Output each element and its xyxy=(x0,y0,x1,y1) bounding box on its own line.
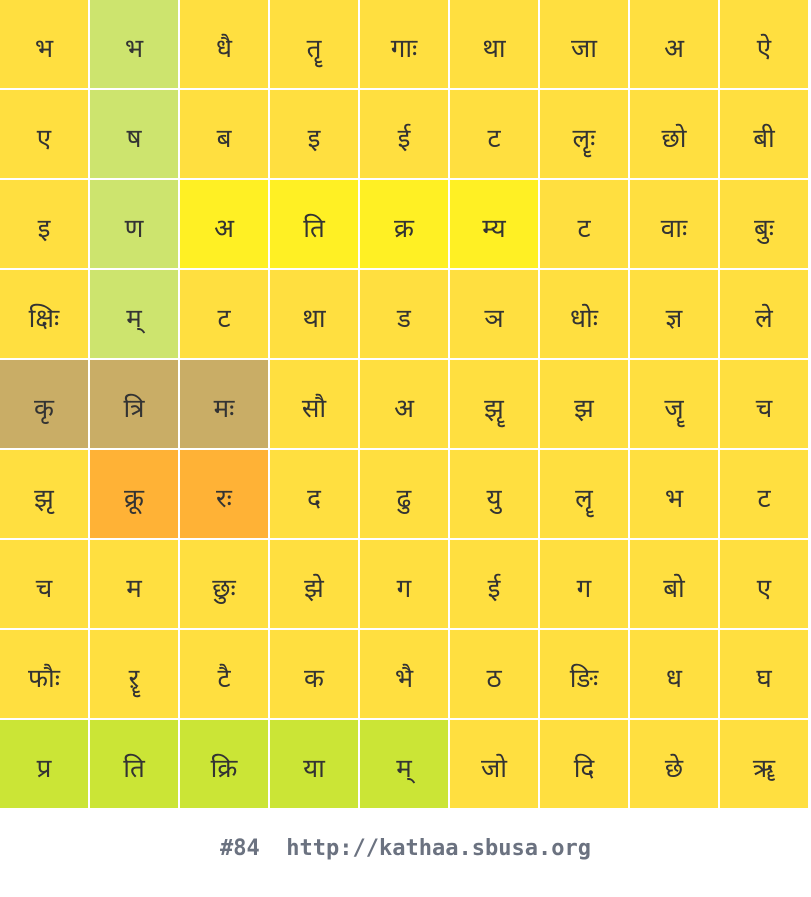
grid-cell-r5-c7[interactable]: झ xyxy=(540,360,628,448)
grid-cell-r2-c4[interactable]: इ xyxy=(270,90,358,178)
grid-cell-r3-c4[interactable]: ति xyxy=(270,180,358,268)
grid-cell-r9-c3[interactable]: क्रि xyxy=(180,720,268,808)
grid-cell-r5-c8[interactable]: जॄ xyxy=(630,360,718,448)
grid-cell-r3-c5[interactable]: क्र xyxy=(360,180,448,268)
grid-cell-r8-c5[interactable]: भै xyxy=(360,630,448,718)
grid-cell-r8-c7[interactable]: ङिः xyxy=(540,630,628,718)
grid-cell-r7-c7[interactable]: ग xyxy=(540,540,628,628)
grid-cell-r2-c9[interactable]: बी xyxy=(720,90,808,178)
grid-cell-r8-c1[interactable]: फौः xyxy=(0,630,88,718)
grid-cell-r8-c9[interactable]: घ xyxy=(720,630,808,718)
grid-cell-r4-c7[interactable]: धोः xyxy=(540,270,628,358)
grid-cell-r7-c9[interactable]: ए xyxy=(720,540,808,628)
grid-cell-r9-c1[interactable]: प्र xyxy=(0,720,88,808)
grid-cell-r9-c7[interactable]: दि xyxy=(540,720,628,808)
grid-cell-r2-c6[interactable]: ट xyxy=(450,90,538,178)
grid-cell-r7-c8[interactable]: बो xyxy=(630,540,718,628)
grid-cell-r8-c4[interactable]: क xyxy=(270,630,358,718)
grid-cell-r1-c2[interactable]: भ xyxy=(90,0,178,88)
grid-cell-r8-c8[interactable]: ध xyxy=(630,630,718,718)
grid-cell-r7-c4[interactable]: झे xyxy=(270,540,358,628)
grid-cell-r4-c5[interactable]: ड xyxy=(360,270,448,358)
grid-cell-r1-c5[interactable]: गाः xyxy=(360,0,448,88)
grid-cell-r7-c1[interactable]: च xyxy=(0,540,88,628)
grid-cell-r5-c9[interactable]: च xyxy=(720,360,808,448)
grid-cell-r2-c2[interactable]: ष xyxy=(90,90,178,178)
grid-cell-r6-c6[interactable]: यु xyxy=(450,450,538,538)
grid-cell-r9-c4[interactable]: या xyxy=(270,720,358,808)
grid-cell-r6-c7[interactable]: लॄ xyxy=(540,450,628,538)
site-url[interactable]: http://kathaa.sbusa.org xyxy=(286,836,591,861)
grid-cell-r6-c4[interactable]: द xyxy=(270,450,358,538)
grid-cell-r8-c6[interactable]: ठ xyxy=(450,630,538,718)
grid-cell-r4-c4[interactable]: था xyxy=(270,270,358,358)
grid-cell-r9-c6[interactable]: जो xyxy=(450,720,538,808)
grid-cell-r7-c5[interactable]: ग xyxy=(360,540,448,628)
grid-cell-r9-c9[interactable]: ॠ xyxy=(720,720,808,808)
grid-cell-r3-c1[interactable]: इ xyxy=(0,180,88,268)
grid-cell-r4-c1[interactable]: क्षिः xyxy=(0,270,88,358)
grid-cell-r1-c4[interactable]: तॄ xyxy=(270,0,358,88)
grid-cell-r3-c2[interactable]: ण xyxy=(90,180,178,268)
grid-cell-r9-c2[interactable]: ति xyxy=(90,720,178,808)
grid-cell-r3-c9[interactable]: बुः xyxy=(720,180,808,268)
grid-cell-r5-c5[interactable]: अ xyxy=(360,360,448,448)
grid-cell-r7-c6[interactable]: ई xyxy=(450,540,538,628)
grid-cell-r5-c1[interactable]: कृ xyxy=(0,360,88,448)
grid-cell-r3-c6[interactable]: म्य xyxy=(450,180,538,268)
grid-cell-r7-c3[interactable]: छुः xyxy=(180,540,268,628)
grid-cell-r2-c5[interactable]: ई xyxy=(360,90,448,178)
grid-cell-r1-c8[interactable]: अ xyxy=(630,0,718,88)
grid-cell-r8-c3[interactable]: टै xyxy=(180,630,268,718)
grid-cell-r3-c3[interactable]: अ xyxy=(180,180,268,268)
grid-cell-r4-c2[interactable]: म् xyxy=(90,270,178,358)
grid-cell-r6-c3[interactable]: रः xyxy=(180,450,268,538)
grid-cell-r5-c3[interactable]: मः xyxy=(180,360,268,448)
grid-cell-r2-c1[interactable]: ए xyxy=(0,90,88,178)
grid-cell-r1-c3[interactable]: धै xyxy=(180,0,268,88)
grid-cell-r5-c6[interactable]: झॄ xyxy=(450,360,538,448)
letter-grid: भ भ धै तॄ गाः था जा अ ऐ ए ष ब इ ई ट लॄः छो बी इ ण अ ति क्र म्य ट… xyxy=(0,0,810,810)
grid-cell-r4-c8[interactable]: ज्ञ xyxy=(630,270,718,358)
grid-cell-r6-c5[interactable]: ढु xyxy=(360,450,448,538)
grid-cell-r6-c8[interactable]: भ xyxy=(630,450,718,538)
grid-cell-r2-c7[interactable]: लॄः xyxy=(540,90,628,178)
grid-cell-r9-c8[interactable]: छे xyxy=(630,720,718,808)
grid-cell-r5-c2[interactable]: त्रि xyxy=(90,360,178,448)
grid-cell-r6-c2[interactable]: क्रू xyxy=(90,450,178,538)
puzzle-number: #84 xyxy=(220,836,260,861)
grid-cell-r1-c1[interactable]: भ xyxy=(0,0,88,88)
footer: #84 http://kathaa.sbusa.org xyxy=(0,836,811,861)
grid-cell-r5-c4[interactable]: सौ xyxy=(270,360,358,448)
grid-cell-r1-c6[interactable]: था xyxy=(450,0,538,88)
grid-cell-r9-c5[interactable]: म् xyxy=(360,720,448,808)
grid-cell-r6-c1[interactable]: झृ xyxy=(0,450,88,538)
grid-cell-r3-c8[interactable]: वाः xyxy=(630,180,718,268)
grid-cell-r2-c8[interactable]: छो xyxy=(630,90,718,178)
grid-cell-r4-c3[interactable]: ट xyxy=(180,270,268,358)
grid-cell-r4-c6[interactable]: ञ xyxy=(450,270,538,358)
grid-cell-r8-c2[interactable]: ऱॄ xyxy=(90,630,178,718)
grid-cell-r3-c7[interactable]: ट xyxy=(540,180,628,268)
grid-cell-r1-c7[interactable]: जा xyxy=(540,0,628,88)
grid-cell-r1-c9[interactable]: ऐ xyxy=(720,0,808,88)
grid-cell-r6-c9[interactable]: ट xyxy=(720,450,808,538)
grid-cell-r4-c9[interactable]: ले xyxy=(720,270,808,358)
grid-cell-r7-c2[interactable]: म xyxy=(90,540,178,628)
grid-cell-r2-c3[interactable]: ब xyxy=(180,90,268,178)
